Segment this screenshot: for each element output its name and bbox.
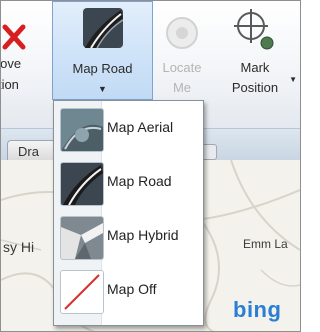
map-place-label-right: Emm La	[243, 237, 288, 251]
map-aerial-icon	[60, 108, 104, 152]
map-hybrid-icon	[60, 216, 104, 260]
menu-item-map-off[interactable]: Map Off	[57, 266, 199, 316]
map-style-dropdown: Map Aerial Map Road Map Hybrid Map Off	[53, 100, 204, 326]
mark-position-label-line1: Mark	[240, 60, 270, 75]
map-road-icon	[83, 8, 123, 48]
locate-me-label-line2: Me	[172, 80, 192, 95]
tab-drawing[interactable]: Dra	[7, 140, 57, 162]
remove-icon	[2, 24, 26, 50]
menu-item-map-hybrid-label: Map Hybrid	[107, 227, 179, 243]
remove-label-line2: ition	[1, 77, 19, 92]
bing-logo-text: bing	[233, 297, 282, 322]
dropdown-caret-icon: ▼	[98, 84, 107, 94]
locate-me-button[interactable]: Locate Me	[157, 1, 207, 101]
remove-position-button[interactable]: nove ition	[0, 1, 43, 101]
locate-me-label-line1: Locate	[162, 60, 202, 75]
menu-item-map-road[interactable]: Map Road	[57, 158, 199, 208]
crosshair-icon	[234, 9, 274, 50]
mark-position-button[interactable]: Mark Position ▼	[215, 1, 297, 101]
menu-item-map-road-label: Map Road	[107, 173, 172, 189]
bing-logo: bing	[233, 297, 281, 323]
menu-item-map-aerial[interactable]: Map Aerial	[57, 104, 199, 154]
map-place-label-left: sy Hi	[3, 239, 35, 255]
menu-item-map-hybrid[interactable]: Map Hybrid	[57, 212, 199, 262]
map-off-icon	[60, 270, 104, 314]
mark-position-caret-icon: ▼	[289, 75, 297, 84]
remove-label-line1: nove	[0, 56, 22, 71]
map-road-button[interactable]: Map Road ▼	[52, 1, 153, 100]
locate-me-icon	[166, 17, 198, 49]
menu-item-map-aerial-label: Map Aerial	[107, 119, 174, 135]
mark-position-label-line2: Position	[231, 80, 279, 95]
app-window: nove ition Map Road ▼ Locate Me	[0, 0, 301, 332]
map-road-button-label: Map Road	[72, 61, 133, 76]
menu-item-map-off-label: Map Off	[107, 281, 157, 297]
map-road-icon	[60, 162, 104, 206]
